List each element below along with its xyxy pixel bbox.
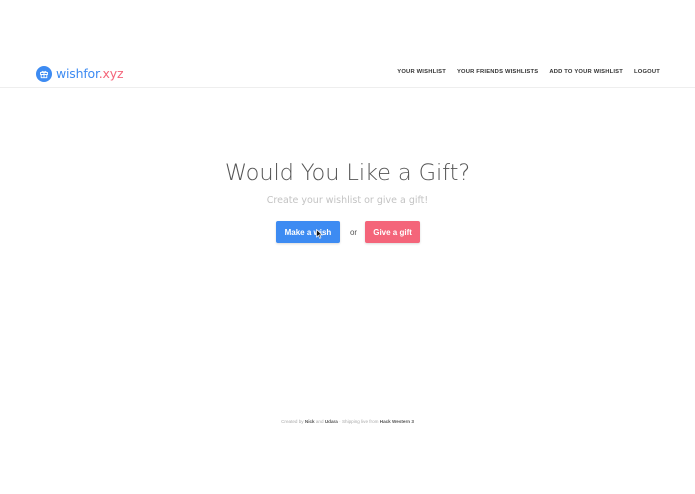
nav-links: YOUR WISHLIST YOUR FRIENDS WISHLISTS ADD… (397, 69, 660, 75)
hero-actions: Make a wish or Give a gift (0, 221, 695, 243)
nav-logout[interactable]: LOGOUT (634, 69, 660, 75)
mouse-cursor-icon (316, 229, 323, 239)
footer-author-nick: Nick (304, 419, 315, 424)
nav-add-to-wishlist[interactable]: ADD TO YOUR WISHLIST (549, 69, 623, 75)
give-a-gift-button[interactable]: Give a gift (365, 221, 421, 243)
or-separator: or (349, 227, 358, 237)
footer-separator: · (339, 419, 341, 424)
brand-name: wishfor (56, 66, 99, 81)
footer: Created by Nick and Udara · Shipping liv… (0, 419, 695, 424)
hero-subtitle: Create your wishlist or give a gift! (266, 195, 429, 206)
footer-shipping: Shipping live from (341, 419, 379, 424)
footer-created-by: Created by (281, 419, 304, 424)
footer-event: Hack Western 3 (379, 419, 414, 424)
nav-friends-wishlists[interactable]: YOUR FRIENDS WISHLISTS (457, 69, 538, 75)
footer-and: and (315, 419, 324, 424)
brand-logo-link[interactable]: wishfor.xyz (36, 65, 124, 82)
brand-domain: .xyz (98, 66, 124, 81)
navbar: wishfor.xyz YOUR WISHLIST YOUR FRIENDS W… (0, 58, 695, 88)
footer-author-udara: Udara (324, 419, 338, 424)
nav-your-wishlist[interactable]: YOUR WISHLIST (397, 69, 446, 75)
make-a-wish-button[interactable]: Make a wish (275, 221, 340, 243)
hero-title: Would You Like a Gift? (224, 160, 471, 186)
gift-icon (36, 65, 52, 82)
